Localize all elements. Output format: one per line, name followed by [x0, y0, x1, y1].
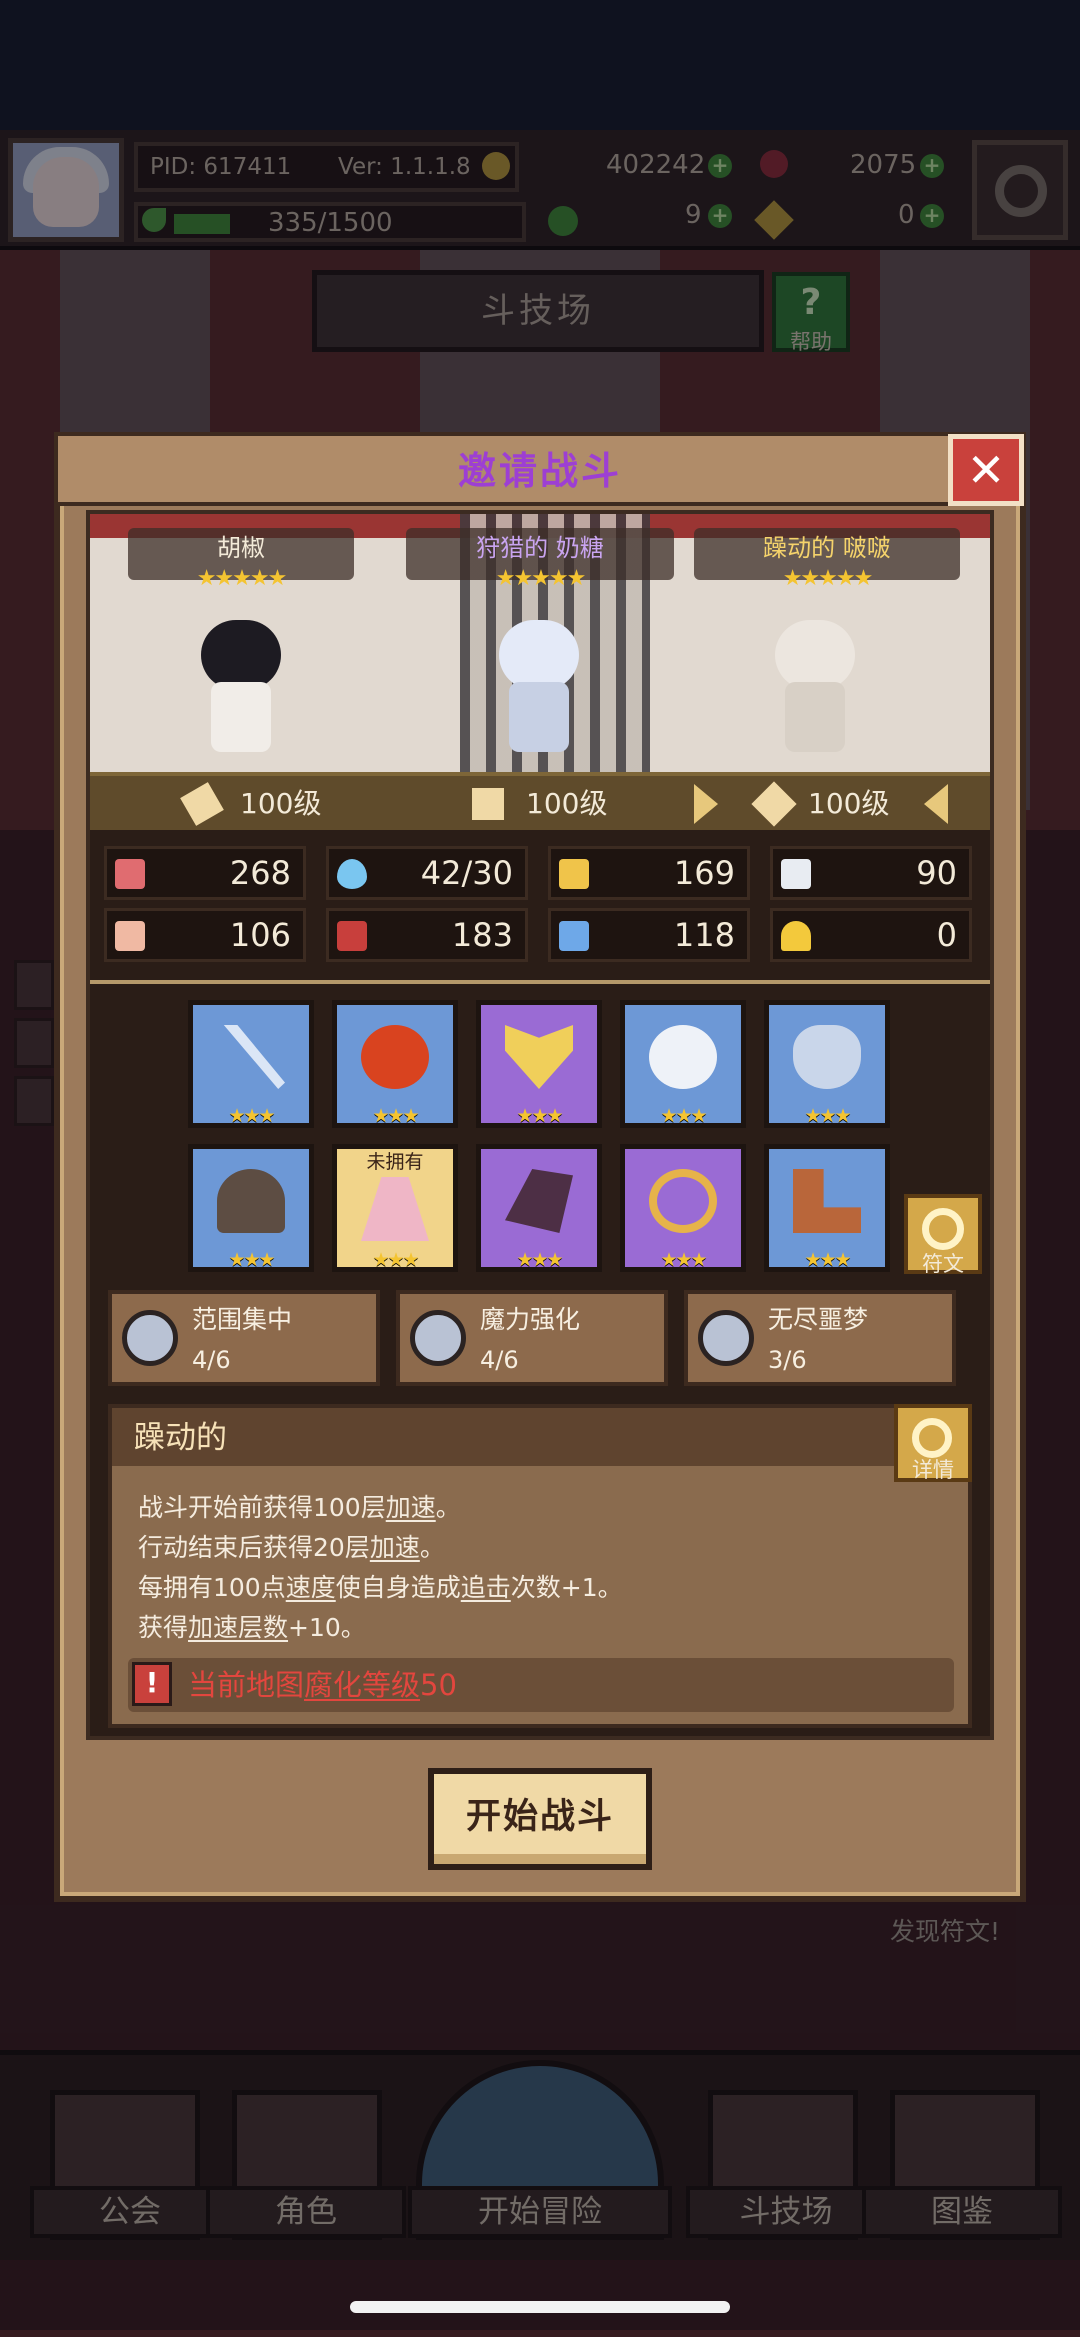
home-indicator[interactable]	[350, 2301, 730, 2313]
corruption-warning-text: 当前地图腐化等级50	[188, 1668, 457, 1702]
rune-swap-icon	[922, 1208, 964, 1250]
stat-resist: 118	[548, 908, 750, 962]
rune-label: 符文	[922, 1252, 964, 1276]
equip-slot-hood[interactable]: ★★★	[188, 1144, 314, 1272]
close-icon: ✕	[966, 443, 1006, 497]
divider	[90, 980, 990, 984]
magnifier-icon	[912, 1418, 952, 1458]
stat-luck: 0	[770, 908, 972, 962]
character-level: 100级	[526, 787, 608, 820]
character-sprite-bobo[interactable]	[760, 610, 870, 760]
sword-icon	[180, 782, 224, 826]
keyword-haste[interactable]: 加速	[370, 1533, 420, 1562]
character-stars: ★★★★★	[196, 566, 288, 591]
equip-slot-dress[interactable]: 未拥有 ★★★	[332, 1144, 458, 1272]
character-level: 100级	[808, 787, 890, 820]
team-stage: 胡椒 ★★★★★ 狩猎的 奶糖 ★★★★★ 躁动的 啵啵 ★★★★★	[90, 514, 990, 772]
set-bonus-2[interactable]: 魔力强化 4/6	[396, 1290, 668, 1386]
horseshoe-icon	[781, 921, 811, 951]
staff-icon	[223, 1025, 285, 1089]
stat-attack: 106	[104, 908, 306, 962]
keyword-follow-up[interactable]: 追击	[461, 1573, 511, 1602]
spellbook-icon	[337, 921, 367, 951]
boots-icon	[793, 1169, 861, 1233]
start-battle-button[interactable]: 开始战斗	[428, 1768, 652, 1870]
rune-icon	[698, 1310, 754, 1366]
shield-book-icon	[472, 788, 504, 820]
hood-icon	[217, 1169, 285, 1233]
equip-slot-boots[interactable]: ★★★	[764, 1144, 890, 1272]
rune-icon	[122, 1310, 178, 1366]
trait-line-1: 战斗开始前获得100层加速。	[138, 1493, 461, 1522]
trait-title: 躁动的	[134, 1420, 227, 1456]
stat-magic: 183	[326, 908, 528, 962]
selected-left-marker	[694, 784, 718, 824]
equip-slot-amulet[interactable]: ★★★	[476, 1000, 602, 1128]
keyword-haste-stacks[interactable]: 加速层数	[188, 1613, 288, 1642]
warning-icon: !	[132, 1662, 172, 1706]
trait-header	[112, 1408, 902, 1466]
character-sprite-candy[interactable]	[484, 610, 594, 760]
fire-orb-icon	[361, 1025, 429, 1089]
equip-slot-glove[interactable]: ★★★	[476, 1144, 602, 1272]
equip-slot-belt[interactable]: ★★★	[620, 1144, 746, 1272]
stat-defense: 169	[548, 846, 750, 900]
close-button[interactable]: ✕	[948, 434, 1024, 506]
gem-medallion-icon	[649, 1025, 717, 1089]
fist-icon	[115, 921, 145, 951]
rune-icon	[410, 1310, 466, 1366]
stat-hp: 268	[104, 846, 306, 900]
character-level: 100级	[240, 787, 322, 820]
ring-icon	[793, 1025, 861, 1089]
heart-amulet-icon	[505, 1025, 573, 1089]
scroll-icon	[559, 921, 589, 951]
character-stars: ★★★★★	[782, 566, 874, 591]
character-sprite-pepper[interactable]	[186, 610, 296, 760]
keyword-corruption[interactable]: 腐化等级	[304, 1668, 420, 1702]
mana-drop-icon	[337, 859, 367, 889]
glove-icon	[505, 1169, 573, 1233]
equip-slot-ring[interactable]: ★★★	[764, 1000, 890, 1128]
stat-mana: 42/30	[326, 846, 528, 900]
not-owned-tag: 未拥有	[366, 1151, 424, 1173]
set-bonus-1[interactable]: 范围集中 4/6	[108, 1290, 380, 1386]
staff-icon	[751, 781, 797, 827]
details-label: 详情	[912, 1458, 954, 1482]
dialog-title: 邀请战斗	[457, 449, 622, 493]
stat-speed: 90	[770, 846, 972, 900]
dress-icon	[361, 1177, 429, 1241]
trait-line-4: 获得加速层数+10。	[138, 1613, 366, 1642]
shield-icon	[559, 859, 589, 889]
wing-icon	[781, 859, 811, 889]
keyword-haste[interactable]: 加速	[386, 1493, 436, 1522]
belt-icon	[649, 1169, 717, 1233]
set-bonus-3[interactable]: 无尽噩梦 3/6	[684, 1290, 956, 1386]
level-bar: 100级 100级 100级	[90, 772, 990, 830]
character-stars: ★★★★★	[495, 566, 587, 591]
equip-slot-staff[interactable]: ★★★	[188, 1000, 314, 1128]
equip-slot-orb[interactable]: ★★★	[332, 1000, 458, 1128]
keyword-speed[interactable]: 速度	[286, 1573, 336, 1602]
trait-line-2: 行动结束后获得20层加速。	[138, 1533, 445, 1562]
selected-right-marker	[924, 784, 948, 824]
equip-slot-medallion[interactable]: ★★★	[620, 1000, 746, 1128]
heart-icon	[115, 859, 145, 889]
trait-line-3: 每拥有100点速度使自身造成追击次数+1。	[138, 1573, 623, 1602]
